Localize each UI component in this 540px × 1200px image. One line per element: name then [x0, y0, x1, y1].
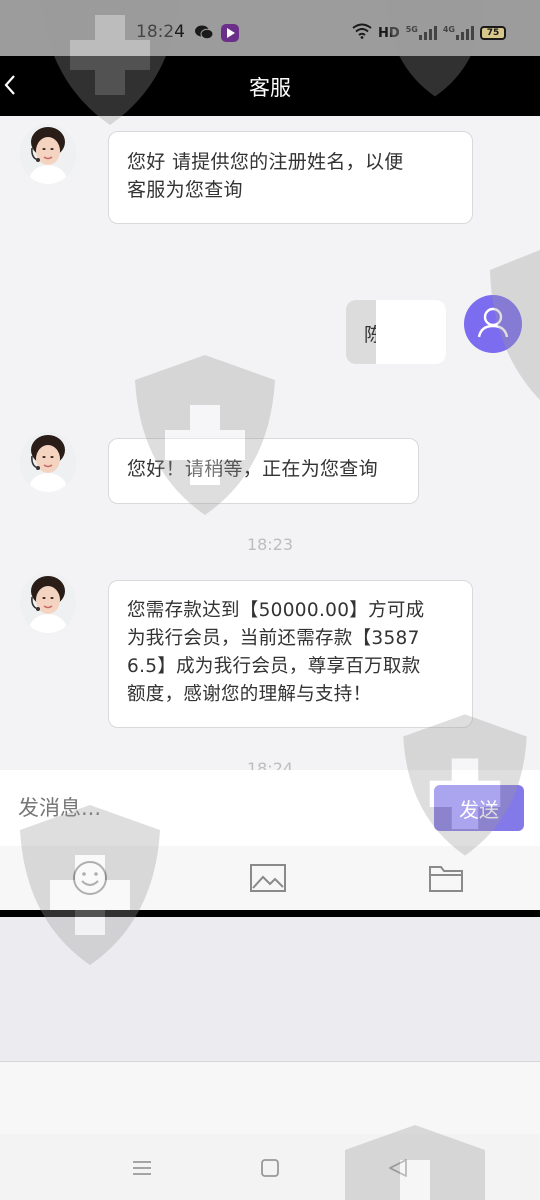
system-nav-bar	[0, 1134, 540, 1200]
signal-4g: 4G	[443, 26, 474, 40]
composer: 发送	[0, 770, 540, 846]
menu-icon[interactable]	[130, 1156, 154, 1180]
chat-area[interactable]: 您好 请提供您的注册姓名，以便 客服为您查询 陈 您好！请稍等，正在为您查询 1…	[0, 116, 540, 770]
message-input[interactable]	[18, 790, 418, 826]
home-icon[interactable]	[258, 1156, 282, 1180]
battery-icon: 75	[480, 26, 506, 40]
signal-5g: 5G	[406, 26, 437, 40]
emoji-icon[interactable]	[70, 858, 110, 898]
send-button[interactable]: 发送	[434, 785, 524, 831]
message-line: 您需存款达到【50000.00】方可成	[127, 600, 425, 621]
message-line: 客服为您查询	[127, 179, 243, 201]
message-line: 额度，感谢您的理解与支持！	[127, 684, 372, 705]
back-triangle-icon[interactable]	[386, 1156, 410, 1180]
hd-label: HD	[378, 25, 400, 41]
message-line: 您好！请稍等，正在为您查询	[127, 458, 378, 480]
user-avatar	[464, 295, 522, 353]
agent-message-bubble: 您需存款达到【50000.00】方可成 为我行会员，当前还需存款【3587 6.…	[108, 580, 473, 728]
agent-message-bubble: 您好！请稍等，正在为您查询	[108, 438, 419, 504]
wechat-icon	[194, 24, 214, 44]
agent-avatar	[20, 573, 76, 633]
message-line: 6.5】成为我行会员，尊享百万取款	[127, 656, 421, 677]
user-message-bubble: 陈	[346, 300, 446, 364]
status-time: 18:24	[136, 22, 185, 42]
message-timestamp: 18:23	[246, 535, 294, 554]
message-line: 为我行会员，当前还需存款【3587	[127, 628, 420, 649]
folder-icon[interactable]	[426, 858, 466, 898]
agent-message-bubble: 您好 请提供您的注册姓名，以便 客服为您查询	[108, 131, 473, 224]
image-icon[interactable]	[248, 858, 288, 898]
attachment-toolbar	[0, 846, 540, 910]
empty-panel	[0, 917, 540, 1062]
battery-level: 75	[486, 28, 500, 38]
media-app-icon	[220, 23, 240, 47]
page-title: 客服	[249, 76, 291, 100]
agent-avatar	[20, 432, 76, 492]
status-indicators: HD 5G 4G 75	[352, 22, 506, 44]
message-timestamp: 18:24	[246, 759, 294, 770]
agent-avatar	[20, 124, 76, 184]
title-bar: 客服	[0, 56, 540, 116]
message-line: 您好 请提供您的注册姓名，以便	[127, 151, 404, 173]
status-bar: 18:24 HD 5G 4G 75	[0, 0, 540, 56]
wifi-icon	[352, 23, 372, 43]
empty-panel	[0, 1062, 540, 1134]
divider	[0, 910, 540, 917]
